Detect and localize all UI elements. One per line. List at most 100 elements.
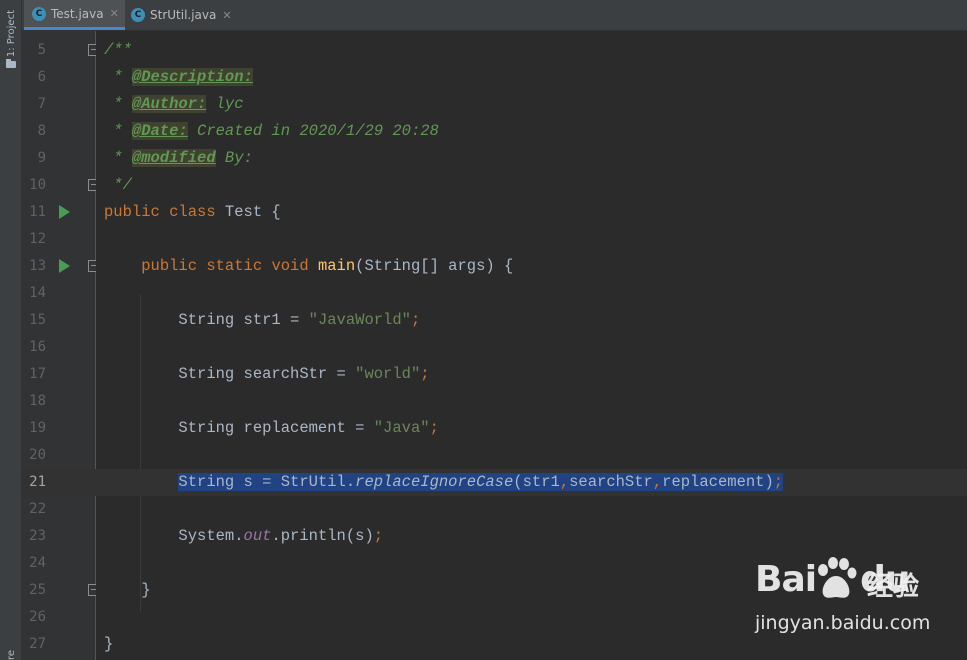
code-token: String replacement = xyxy=(104,419,374,437)
code-token: public static void xyxy=(141,257,318,275)
editor-tab-bar: C Test.java ✕ C StrUtil.java ✕ xyxy=(22,0,967,31)
code-line[interactable]: String s = StrUtil.replaceIgnoreCase(str… xyxy=(104,469,784,496)
line-number: 14 xyxy=(29,285,46,301)
code-token: (str1 xyxy=(513,473,560,491)
line-number: 20 xyxy=(29,447,46,463)
code-token: */ xyxy=(104,176,132,194)
tab-strutil-java[interactable]: C StrUtil.java ✕ xyxy=(123,0,238,30)
code-line[interactable]: } xyxy=(104,631,113,658)
line-number: 7 xyxy=(37,96,46,112)
line-number: 15 xyxy=(29,312,46,328)
project-tool-window-button[interactable]: 1: Project xyxy=(0,6,22,86)
code-token: By: xyxy=(215,149,253,167)
code-token: main xyxy=(317,257,356,275)
code-token: out xyxy=(243,527,272,545)
close-icon[interactable]: ✕ xyxy=(222,9,231,22)
code-line[interactable]: public class Test { xyxy=(104,199,281,226)
line-number: 24 xyxy=(29,555,46,571)
code-line[interactable]: System.out.println(s); xyxy=(104,523,383,550)
code-token: "Java" xyxy=(373,419,430,437)
code-token: ; xyxy=(420,365,430,383)
line-number: 22 xyxy=(29,501,46,517)
line-number: 25 xyxy=(29,582,46,598)
structure-tool-window-button[interactable]: re xyxy=(0,638,22,660)
code-token: public class xyxy=(104,203,225,221)
paw-icon xyxy=(818,557,857,598)
code-line[interactable]: * @Author: lyc xyxy=(104,91,244,118)
code-token: @Date: xyxy=(131,122,188,140)
code-token: .println(s) xyxy=(271,527,374,545)
code-token: searchStr xyxy=(569,473,653,491)
code-token: } xyxy=(104,581,151,599)
code-token: String searchStr = xyxy=(104,365,356,383)
code-token: Created in 2020/1/29 20:28 xyxy=(187,122,439,140)
tab-label: Test.java xyxy=(51,6,104,21)
code-token: ; xyxy=(410,311,421,329)
line-number: 6 xyxy=(37,69,46,85)
line-number: 12 xyxy=(29,231,46,247)
code-token: (String[] args) { xyxy=(355,257,514,275)
line-number: 11 xyxy=(29,204,46,220)
code-line[interactable]: * @Date: Created in 2020/1/29 20:28 xyxy=(104,118,439,145)
code-token: ; xyxy=(773,473,784,491)
code-token: * xyxy=(104,68,132,86)
line-number: 27 xyxy=(29,636,46,652)
code-line[interactable]: String replacement = "Java"; xyxy=(104,415,439,442)
tool-window-strip: 1: Project re xyxy=(0,0,22,660)
code-token: Test { xyxy=(224,203,281,221)
line-number: 10 xyxy=(29,177,46,193)
line-number: 8 xyxy=(37,123,46,139)
code-token: * xyxy=(104,122,132,140)
code-line[interactable]: String str1 = "JavaWorld"; xyxy=(104,307,420,334)
code-token: ; xyxy=(373,527,384,545)
editor-gutter[interactable]: 5 6 7 8 9 10 11 12 13 14 15 16 17 18 19 20 21 22 23 24 25 26 2… xyxy=(22,31,121,660)
line-number: 23 xyxy=(29,528,46,544)
line-number: 9 xyxy=(37,150,46,166)
line-number: 17 xyxy=(29,366,46,382)
code-line[interactable]: */ xyxy=(104,172,132,199)
code-token: @modified xyxy=(131,149,216,167)
run-icon[interactable] xyxy=(59,259,70,273)
folder-icon xyxy=(6,59,16,69)
code-token: /** xyxy=(104,41,132,59)
code-token: "JavaWorld" xyxy=(308,311,411,329)
code-token: "world" xyxy=(355,365,421,383)
java-class-icon: C xyxy=(32,6,46,21)
line-number: 19 xyxy=(29,420,46,436)
code-token: System. xyxy=(104,527,244,545)
code-token: @Description: xyxy=(131,68,253,86)
code-line[interactable]: } xyxy=(104,577,151,604)
structure-tool-label: re xyxy=(5,649,17,660)
code-line[interactable]: /** xyxy=(104,37,132,64)
tab-test-java[interactable]: C Test.java ✕ xyxy=(24,0,125,30)
code-token: } xyxy=(104,635,114,653)
line-number: 16 xyxy=(29,339,46,355)
code-token: lyc xyxy=(206,95,244,113)
code-token: String str1 = xyxy=(104,311,309,329)
line-number: 5 xyxy=(37,42,46,58)
code-line[interactable]: * @Description: xyxy=(104,64,253,91)
code-line[interactable]: String searchStr = "world"; xyxy=(104,361,430,388)
watermark-url: jingyan.baidu.com xyxy=(755,612,931,634)
code-token: replaceIgnoreCase xyxy=(355,473,514,491)
baidu-jingyan-watermark: Bai du 经验 jingyan.baidu.com xyxy=(749,552,949,642)
code-line[interactable]: * @modified By: xyxy=(104,145,253,172)
code-token: String s = StrUtil. xyxy=(178,473,356,491)
jingyan-text: 经验 xyxy=(867,572,920,602)
code-token: * xyxy=(104,149,132,167)
code-token: * xyxy=(104,95,132,113)
project-tool-label: 1: Project xyxy=(5,10,17,58)
code-token: ; xyxy=(429,419,439,437)
code-line[interactable]: public static void main(String[] args) { xyxy=(104,253,513,280)
tab-label: StrUtil.java xyxy=(150,8,217,22)
line-number: 13 xyxy=(29,258,46,274)
code-token: , xyxy=(559,473,570,491)
code-token: @Author: xyxy=(131,95,207,113)
close-icon[interactable]: ✕ xyxy=(110,7,119,20)
line-number: 18 xyxy=(29,393,46,409)
code-token: replacement) xyxy=(662,473,774,491)
run-icon[interactable] xyxy=(59,205,70,219)
indent-guide xyxy=(140,294,141,612)
java-class-icon: C xyxy=(131,8,145,22)
